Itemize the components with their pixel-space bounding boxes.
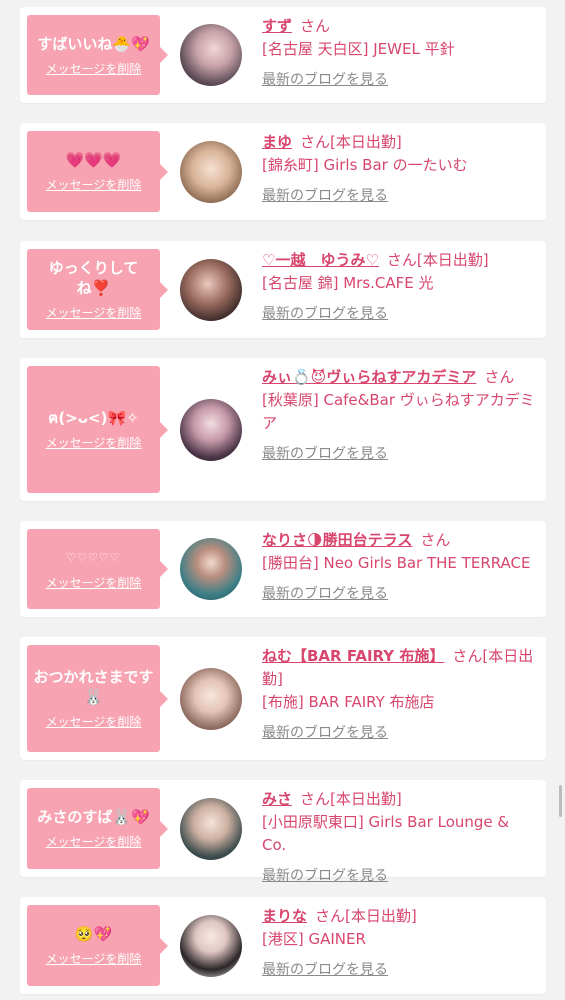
message-text: ฅ(>ᴗ<)🎀✧	[48, 409, 139, 427]
message-bubble: ゆっくりしてね❣️ メッセージを削除	[27, 249, 168, 330]
message-bubble: ♡♡♡♡♡ メッセージを削除	[27, 529, 168, 609]
delete-message-link[interactable]: メッセージを削除	[46, 434, 142, 451]
message-bubble: おつかれさまです🐰 メッセージを削除	[27, 645, 168, 752]
honorific: さん	[484, 368, 515, 386]
shop-name: [名古屋 天白区] JEWEL 平針	[262, 40, 455, 58]
avatar[interactable]	[180, 915, 242, 977]
latest-blog-link[interactable]: 最新のブログを見る	[262, 865, 388, 888]
list-item: 🥺💖 メッセージを削除 まりな さん[本日出勤] [港区] GAINER 最新のブ…	[20, 897, 546, 994]
latest-blog-link[interactable]: 最新のブログを見る	[262, 443, 388, 466]
shop-name: [名古屋 錦] Mrs.CAFE 光	[262, 274, 434, 292]
message-bubble: みさのすば🐰💖 メッセージを削除	[27, 788, 168, 869]
honorific: さん	[300, 17, 331, 35]
cast-name-link[interactable]: みぃ💍😈ヴぃらねすアカデミア	[262, 368, 476, 386]
avatar[interactable]	[180, 538, 242, 600]
status-tag: [本日出勤]	[345, 907, 417, 925]
shop-name: [勝田台] Neo Girls Bar THE TERRACE	[262, 554, 531, 572]
avatar[interactable]	[180, 24, 242, 86]
honorific: さん	[452, 647, 483, 665]
shop-name: [港区] GAINER	[262, 930, 366, 948]
avatar[interactable]	[180, 399, 242, 461]
cast-name-link[interactable]: まゆ	[262, 133, 292, 151]
message-text: すばいいね🐣💖	[37, 34, 150, 53]
message-text: ♡♡♡♡♡	[66, 550, 121, 564]
honorific: さん	[315, 907, 346, 925]
shop-name: [布施] BAR FAIRY 布施店	[262, 693, 435, 711]
status-tag: [本日出勤]	[330, 790, 402, 808]
list-item: おつかれさまです🐰 メッセージを削除 ねむ【BAR FAIRY 布施】 さん[本日…	[20, 637, 546, 760]
honorific: さん	[386, 251, 417, 269]
honorific: さん	[300, 133, 331, 151]
latest-blog-link[interactable]: 最新のブログを見る	[262, 959, 388, 982]
avatar[interactable]	[180, 798, 242, 860]
delete-message-link[interactable]: メッセージを削除	[46, 950, 142, 967]
status-tag: [本日出勤]	[416, 251, 489, 269]
cast-name-link[interactable]: すず	[262, 17, 292, 35]
latest-blog-link[interactable]: 最新のブログを見る	[262, 583, 388, 606]
message-text: おつかれさまです🐰	[33, 668, 154, 706]
honorific: さん	[420, 531, 451, 549]
message-bubble: 🥺💖 メッセージを削除	[27, 905, 168, 986]
delete-message-link[interactable]: メッセージを削除	[46, 176, 142, 193]
message-text: ゆっくりしてね❣️	[48, 259, 139, 297]
cast-name-link[interactable]: まりな	[262, 907, 307, 925]
list-item: ฅ(>ᴗ<)🎀✧ メッセージを削除 みぃ💍😈ヴぃらねすアカデミア さん [秋葉原]…	[20, 358, 546, 501]
list-item: すばいいね🐣💖 メッセージを削除 すず さん [名古屋 天白区] JEWEL 平針…	[20, 7, 546, 103]
cast-name-link[interactable]: みさ	[262, 790, 292, 808]
message-text: 💗💗💗	[65, 151, 122, 169]
list-item: ♡♡♡♡♡ メッセージを削除 なりさ🌗勝田台テラス さん [勝田台] Neo Gi…	[20, 521, 546, 617]
message-text: 🥺💖	[74, 925, 113, 943]
avatar[interactable]	[180, 141, 242, 203]
scrollbar[interactable]	[559, 785, 562, 817]
delete-message-link[interactable]: メッセージを削除	[46, 833, 142, 850]
cast-name-link[interactable]: ねむ【BAR FAIRY 布施】	[262, 647, 444, 665]
list-item: ゆっくりしてね❣️ メッセージを削除 ♡一越 ゆうみ♡ さん[本日出勤] [名古屋…	[20, 241, 546, 338]
shop-name: [秋葉原] Cafe&Bar ヴぃらねすアカデミア	[262, 391, 535, 432]
latest-blog-link[interactable]: 最新のブログを見る	[262, 69, 388, 92]
list-item: みさのすば🐰💖 メッセージを削除 みさ さん[本日出勤] [小田原駅東口] Gir…	[20, 780, 546, 884]
cast-name-link[interactable]: ♡一越 ゆうみ♡	[262, 251, 379, 269]
list-item: 💗💗💗 メッセージを削除 まゆ さん[本日出勤] [錦糸町] Girls Bar …	[20, 123, 546, 220]
delete-message-link[interactable]: メッセージを削除	[46, 60, 142, 77]
latest-blog-link[interactable]: 最新のブログを見る	[262, 722, 388, 745]
message-bubble: すばいいね🐣💖 メッセージを削除	[27, 15, 168, 95]
latest-blog-link[interactable]: 最新のブログを見る	[262, 303, 388, 326]
message-bubble: 💗💗💗 メッセージを削除	[27, 131, 168, 212]
honorific: さん	[300, 790, 331, 808]
cast-name-link[interactable]: なりさ🌗勝田台テラス	[262, 531, 412, 549]
delete-message-link[interactable]: メッセージを削除	[46, 304, 142, 321]
delete-message-link[interactable]: メッセージを削除	[46, 574, 142, 591]
latest-blog-link[interactable]: 最新のブログを見る	[262, 185, 388, 208]
message-bubble: ฅ(>ᴗ<)🎀✧ メッセージを削除	[27, 366, 168, 493]
message-text: みさのすば🐰💖	[37, 808, 150, 826]
avatar[interactable]	[180, 668, 242, 730]
shop-name: [小田原駅東口] Girls Bar Lounge & Co.	[262, 813, 510, 854]
status-tag: [本日出勤]	[330, 133, 402, 151]
delete-message-link[interactable]: メッセージを削除	[46, 713, 142, 730]
shop-name: [錦糸町] Girls Bar の一たいむ	[262, 156, 468, 174]
avatar[interactable]	[180, 259, 242, 321]
